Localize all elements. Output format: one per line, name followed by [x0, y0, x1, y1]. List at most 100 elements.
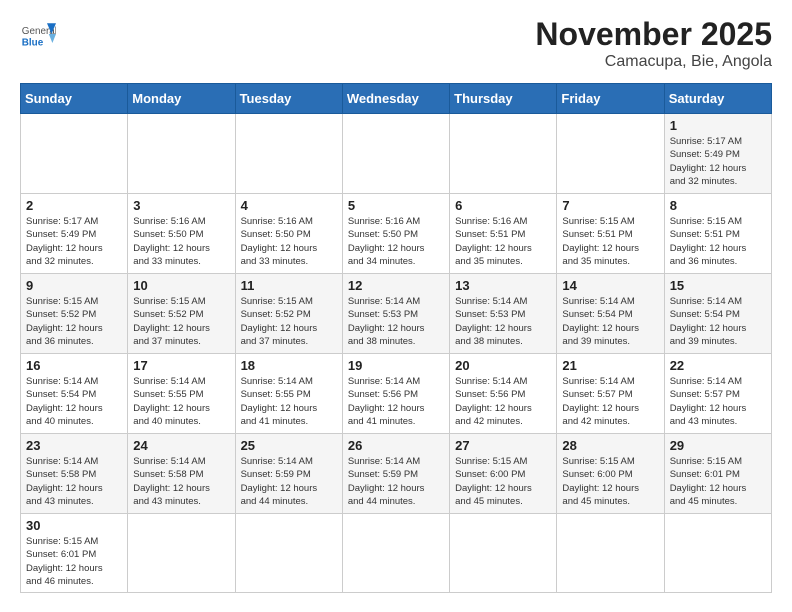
day-number: 4: [241, 198, 337, 213]
day-info: Sunrise: 5:15 AM Sunset: 5:52 PM Dayligh…: [133, 295, 229, 348]
title-block: November 2025 Camacupa, Bie, Angola: [535, 16, 772, 71]
calendar-day-cell: 3 Sunrise: 5:16 AM Sunset: 5:50 PM Daylig…: [128, 194, 235, 274]
calendar-day-cell: 22 Sunrise: 5:14 AM Sunset: 5:57 PM Dayli…: [664, 354, 771, 434]
calendar-day-cell: 7 Sunrise: 5:15 AM Sunset: 5:51 PM Daylig…: [557, 194, 664, 274]
day-info: Sunrise: 5:15 AM Sunset: 6:00 PM Dayligh…: [562, 455, 658, 508]
calendar-body: 1 Sunrise: 5:17 AM Sunset: 5:49 PM Daylig…: [21, 114, 772, 593]
calendar-day-cell: [128, 514, 235, 593]
day-number: 22: [670, 358, 766, 373]
generalblue-logo-icon: General Blue: [20, 16, 56, 52]
day-number: 6: [455, 198, 551, 213]
calendar-week-row: 23 Sunrise: 5:14 AM Sunset: 5:58 PM Dayli…: [21, 434, 772, 514]
svg-text:Blue: Blue: [22, 38, 44, 49]
weekday-header-friday: Friday: [557, 84, 664, 114]
day-info: Sunrise: 5:14 AM Sunset: 5:54 PM Dayligh…: [670, 295, 766, 348]
day-number: 8: [670, 198, 766, 213]
day-info: Sunrise: 5:17 AM Sunset: 5:49 PM Dayligh…: [26, 215, 122, 268]
weekday-header-saturday: Saturday: [664, 84, 771, 114]
day-info: Sunrise: 5:14 AM Sunset: 5:57 PM Dayligh…: [562, 375, 658, 428]
calendar-day-cell: 16Sunrise: 5:14 AM Sunset: 5:54 PM Dayli…: [21, 354, 128, 434]
day-number: 27: [455, 438, 551, 453]
calendar-day-cell: 21Sunrise: 5:14 AM Sunset: 5:57 PM Dayli…: [557, 354, 664, 434]
day-info: Sunrise: 5:14 AM Sunset: 5:56 PM Dayligh…: [348, 375, 444, 428]
calendar-day-cell: [342, 514, 449, 593]
day-number: 3: [133, 198, 229, 213]
day-info: Sunrise: 5:14 AM Sunset: 5:55 PM Dayligh…: [241, 375, 337, 428]
calendar-day-cell: 28 Sunrise: 5:15 AM Sunset: 6:00 PM Dayli…: [557, 434, 664, 514]
day-info: Sunrise: 5:14 AM Sunset: 5:55 PM Dayligh…: [133, 375, 229, 428]
calendar-day-cell: 29Sunrise: 5:15 AM Sunset: 6:01 PM Dayli…: [664, 434, 771, 514]
calendar-day-cell: 2 Sunrise: 5:17 AM Sunset: 5:49 PM Daylig…: [21, 194, 128, 274]
calendar-day-cell: [450, 514, 557, 593]
day-number: 29: [670, 438, 766, 453]
day-number: 9: [26, 278, 122, 293]
calendar-day-cell: 8Sunrise: 5:15 AM Sunset: 5:51 PM Daylig…: [664, 194, 771, 274]
location-subtitle: Camacupa, Bie, Angola: [535, 53, 772, 71]
calendar-week-row: 9 Sunrise: 5:15 AM Sunset: 5:52 PM Daylig…: [21, 274, 772, 354]
day-number: 24: [133, 438, 229, 453]
day-number: 1: [670, 118, 766, 133]
day-info: Sunrise: 5:14 AM Sunset: 5:57 PM Dayligh…: [670, 375, 766, 428]
calendar-day-cell: [128, 114, 235, 194]
day-info: Sunrise: 5:15 AM Sunset: 6:01 PM Dayligh…: [26, 535, 122, 588]
day-number: 18: [241, 358, 337, 373]
month-year-title: November 2025: [535, 16, 772, 53]
day-info: Sunrise: 5:16 AM Sunset: 5:50 PM Dayligh…: [133, 215, 229, 268]
day-number: 7: [562, 198, 658, 213]
day-info: Sunrise: 5:16 AM Sunset: 5:50 PM Dayligh…: [348, 215, 444, 268]
calendar-day-cell: 14Sunrise: 5:14 AM Sunset: 5:54 PM Dayli…: [557, 274, 664, 354]
day-number: 19: [348, 358, 444, 373]
calendar-week-row: 1 Sunrise: 5:17 AM Sunset: 5:49 PM Daylig…: [21, 114, 772, 194]
calendar-day-cell: 9 Sunrise: 5:15 AM Sunset: 5:52 PM Daylig…: [21, 274, 128, 354]
day-info: Sunrise: 5:14 AM Sunset: 5:58 PM Dayligh…: [26, 455, 122, 508]
day-info: Sunrise: 5:14 AM Sunset: 5:56 PM Dayligh…: [455, 375, 551, 428]
day-info: Sunrise: 5:16 AM Sunset: 5:51 PM Dayligh…: [455, 215, 551, 268]
day-number: 25: [241, 438, 337, 453]
calendar-day-cell: [21, 114, 128, 194]
page-header: General Blue November 2025 Camacupa, Bie…: [20, 16, 772, 71]
day-info: Sunrise: 5:14 AM Sunset: 5:59 PM Dayligh…: [348, 455, 444, 508]
calendar-day-cell: 19 Sunrise: 5:14 AM Sunset: 5:56 PM Dayli…: [342, 354, 449, 434]
day-info: Sunrise: 5:17 AM Sunset: 5:49 PM Dayligh…: [670, 135, 766, 188]
weekday-header-monday: Monday: [128, 84, 235, 114]
day-info: Sunrise: 5:14 AM Sunset: 5:58 PM Dayligh…: [133, 455, 229, 508]
day-info: Sunrise: 5:14 AM Sunset: 5:53 PM Dayligh…: [455, 295, 551, 348]
calendar-day-cell: 23 Sunrise: 5:14 AM Sunset: 5:58 PM Dayli…: [21, 434, 128, 514]
calendar-day-cell: 17 Sunrise: 5:14 AM Sunset: 5:55 PM Dayli…: [128, 354, 235, 434]
day-number: 12: [348, 278, 444, 293]
day-info: Sunrise: 5:14 AM Sunset: 5:53 PM Dayligh…: [348, 295, 444, 348]
calendar-day-cell: 4 Sunrise: 5:16 AM Sunset: 5:50 PM Daylig…: [235, 194, 342, 274]
day-number: 2: [26, 198, 122, 213]
day-info: Sunrise: 5:15 AM Sunset: 5:52 PM Dayligh…: [26, 295, 122, 348]
calendar-day-cell: 20Sunrise: 5:14 AM Sunset: 5:56 PM Dayli…: [450, 354, 557, 434]
calendar-week-row: 30 Sunrise: 5:15 AM Sunset: 6:01 PM Dayli…: [21, 514, 772, 593]
day-number: 13: [455, 278, 551, 293]
day-info: Sunrise: 5:15 AM Sunset: 5:51 PM Dayligh…: [562, 215, 658, 268]
calendar-day-cell: 27Sunrise: 5:15 AM Sunset: 6:00 PM Dayli…: [450, 434, 557, 514]
calendar-day-cell: [664, 514, 771, 593]
calendar-day-cell: [235, 114, 342, 194]
calendar-day-cell: 10 Sunrise: 5:15 AM Sunset: 5:52 PM Dayli…: [128, 274, 235, 354]
calendar-day-cell: 12 Sunrise: 5:14 AM Sunset: 5:53 PM Dayli…: [342, 274, 449, 354]
calendar-day-cell: 15 Sunrise: 5:14 AM Sunset: 5:54 PM Dayli…: [664, 274, 771, 354]
calendar-table: SundayMondayTuesdayWednesdayThursdayFrid…: [20, 83, 772, 593]
day-number: 5: [348, 198, 444, 213]
day-number: 11: [241, 278, 337, 293]
calendar-day-cell: 18 Sunrise: 5:14 AM Sunset: 5:55 PM Dayli…: [235, 354, 342, 434]
day-number: 28: [562, 438, 658, 453]
calendar-week-row: 2 Sunrise: 5:17 AM Sunset: 5:49 PM Daylig…: [21, 194, 772, 274]
day-number: 23: [26, 438, 122, 453]
weekday-header-tuesday: Tuesday: [235, 84, 342, 114]
day-number: 10: [133, 278, 229, 293]
day-number: 30: [26, 518, 122, 533]
day-info: Sunrise: 5:16 AM Sunset: 5:50 PM Dayligh…: [241, 215, 337, 268]
calendar-day-cell: 11Sunrise: 5:15 AM Sunset: 5:52 PM Dayli…: [235, 274, 342, 354]
calendar-day-cell: [235, 514, 342, 593]
day-number: 15: [670, 278, 766, 293]
calendar-day-cell: [450, 114, 557, 194]
logo: General Blue: [20, 16, 56, 52]
calendar-day-cell: 26Sunrise: 5:14 AM Sunset: 5:59 PM Dayli…: [342, 434, 449, 514]
calendar-header: SundayMondayTuesdayWednesdayThursdayFrid…: [21, 84, 772, 114]
day-number: 17: [133, 358, 229, 373]
calendar-day-cell: 5 Sunrise: 5:16 AM Sunset: 5:50 PM Daylig…: [342, 194, 449, 274]
